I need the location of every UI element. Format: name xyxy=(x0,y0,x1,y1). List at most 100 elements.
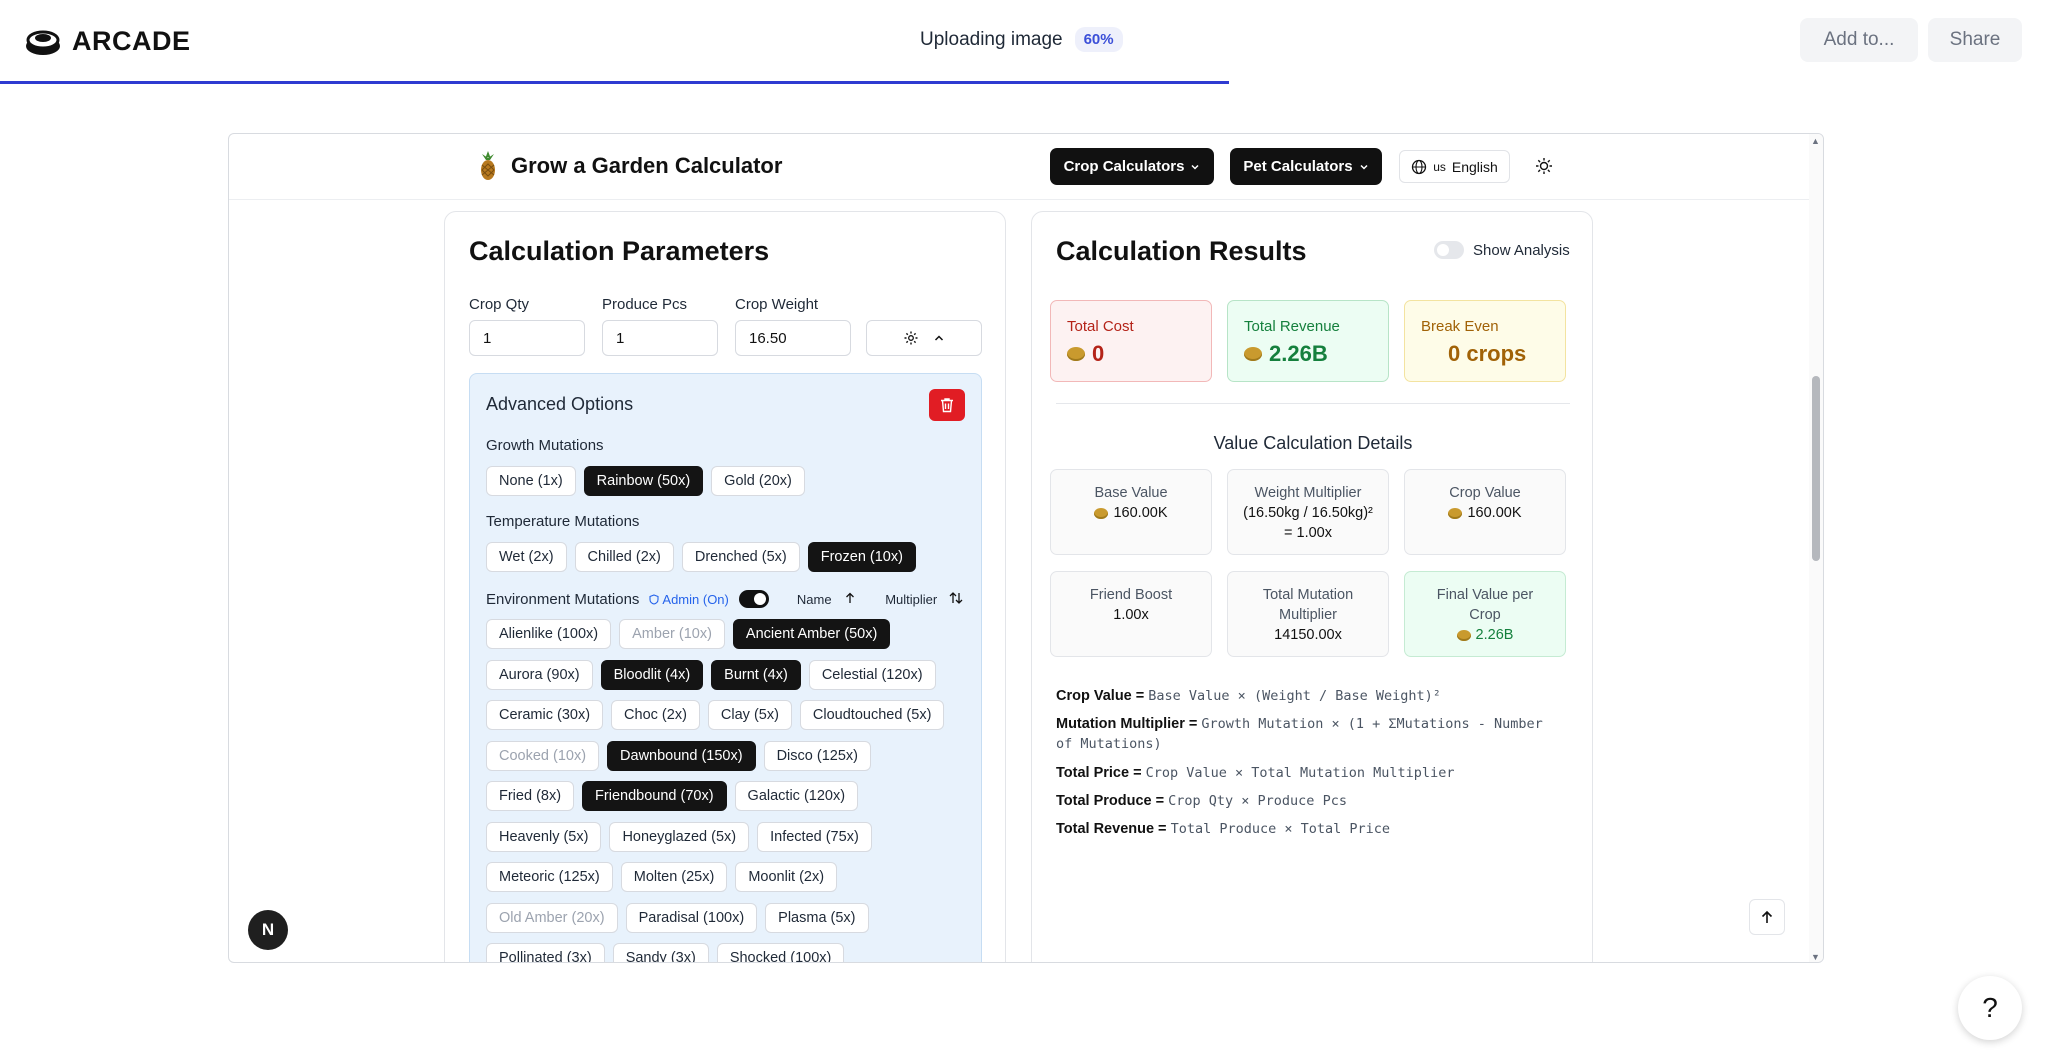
scrollbar-thumb[interactable] xyxy=(1812,376,1820,561)
total-revenue-value: 2.26B xyxy=(1244,341,1328,367)
mutation-chip[interactable]: Shocked (100x) xyxy=(716,943,845,962)
crop-weight-input[interactable]: 16.50 xyxy=(735,320,851,356)
total-revenue-amount: 2.26B xyxy=(1269,341,1328,366)
mutation-chip[interactable]: Drenched (5x) xyxy=(681,542,800,572)
mutation-chip[interactable]: Bloodlit (4x) xyxy=(600,659,704,690)
mutation-chip[interactable]: Frozen (10x) xyxy=(807,542,916,572)
results-title: Calculation Results xyxy=(1056,236,1307,266)
language-label: English xyxy=(1451,158,1498,175)
total-cost-value: 0 xyxy=(1067,341,1104,367)
upload-status-text: Uploading image xyxy=(920,28,1063,50)
mutation-chip[interactable]: Heavenly (5x) xyxy=(486,821,602,852)
final-value-box: Final Value per Crop 2.26B xyxy=(1404,571,1566,657)
environment-mutations-row: Aurora (90x) Bloodlit (4x) Burnt (4x) Celes… xyxy=(486,659,936,690)
coin-icon xyxy=(1067,347,1085,361)
mutation-chip[interactable]: Moonlit (2x) xyxy=(735,862,838,892)
total-cost-card: Total Cost 0 xyxy=(1050,300,1212,382)
total-cost-label: Total Cost xyxy=(1067,318,1134,335)
mutation-chip[interactable]: Fried (8x) xyxy=(486,781,575,811)
globe-icon xyxy=(1412,159,1427,174)
produce-pcs-label: Produce Pcs xyxy=(602,296,688,313)
mutation-chip[interactable]: Clay (5x) xyxy=(707,700,792,730)
produce-pcs-input[interactable]: 1 xyxy=(602,320,718,356)
mutation-chip[interactable]: Old Amber (20x) xyxy=(486,902,618,933)
admin-mode-toggle[interactable] xyxy=(738,590,769,608)
mutation-chip[interactable]: Plasma (5x) xyxy=(765,902,869,933)
mutation-chip[interactable]: Cloudtouched (5x) xyxy=(799,700,945,730)
environment-mutations-row: Fried (8x) Friendbound (70x) Galactic (120… xyxy=(486,781,859,811)
base-value-label: Base Value xyxy=(1094,485,1168,501)
mutation-chip[interactable]: Celestial (120x) xyxy=(808,659,936,690)
clear-mutations-button[interactable] xyxy=(929,389,965,421)
add-to-button[interactable]: Add to... xyxy=(1800,18,1918,62)
site-logo[interactable]: Grow a Garden Calculator xyxy=(479,151,782,181)
mutation-chip[interactable]: Aurora (90x) xyxy=(486,659,593,690)
arcade-logo[interactable]: ARCADE xyxy=(24,26,191,57)
crop-calculators-menu[interactable]: Crop Calculators xyxy=(1050,148,1214,185)
mutation-chip[interactable]: Ancient Amber (50x) xyxy=(732,619,891,649)
mutation-chip[interactable]: Pollinated (3x) xyxy=(486,943,605,962)
friend-boost-label: Friend Boost xyxy=(1089,587,1173,603)
formula-expression: Total Produce × Total Price xyxy=(1170,821,1391,837)
growth-mutations-label: Growth Mutations xyxy=(486,437,604,454)
scroll-to-top-button[interactable] xyxy=(1749,899,1785,935)
mutation-chip[interactable]: Amber (10x) xyxy=(619,619,725,649)
sort-by-name-button[interactable]: Name xyxy=(797,592,855,607)
n-logo-icon: N xyxy=(261,920,275,939)
share-button[interactable]: Share xyxy=(1928,18,2022,62)
upload-status: Uploading image 60% xyxy=(920,27,1123,52)
sun-icon[interactable] xyxy=(1534,156,1554,176)
base-value-box: Base Value 160.00K xyxy=(1050,469,1212,555)
formula-name: Total Price = xyxy=(1056,765,1146,781)
mutation-chip[interactable]: Gold (20x) xyxy=(711,466,805,496)
formula-name: Total Revenue = xyxy=(1056,821,1171,837)
mutation-chip[interactable]: Paradisal (100x) xyxy=(625,902,758,933)
arcade-topbar: ARCADE Uploading image 60% Add to... Sha… xyxy=(0,0,2048,84)
advanced-options-toggle[interactable] xyxy=(866,320,982,356)
mutation-chip[interactable]: Honeyglazed (5x) xyxy=(609,821,750,852)
weight-multiplier-box: Weight Multiplier (16.50kg / 16.50kg)² =… xyxy=(1227,469,1389,555)
mutation-chip[interactable]: Rainbow (50x) xyxy=(583,466,704,496)
show-analysis-switch[interactable] xyxy=(1434,241,1464,259)
nextjs-badge[interactable]: N xyxy=(248,910,288,950)
crop-qty-input[interactable]: 1 xyxy=(469,320,585,356)
mutation-chip[interactable]: Meteoric (125x) xyxy=(486,862,613,892)
show-analysis-toggle[interactable]: Show Analysis xyxy=(1434,241,1570,259)
break-even-label: Break Even xyxy=(1421,318,1499,335)
mutation-chip[interactable]: Burnt (4x) xyxy=(711,659,801,690)
total-cost-amount: 0 xyxy=(1092,341,1105,366)
mutation-chip[interactable]: Molten (25x) xyxy=(620,862,728,892)
mutation-chip[interactable]: Galactic (120x) xyxy=(734,781,859,811)
mutation-chip[interactable]: Friendbound (70x) xyxy=(582,781,727,811)
crop-value-label: Crop Value xyxy=(1449,485,1521,501)
chevron-down-icon xyxy=(1191,164,1199,170)
language-selector[interactable]: us English xyxy=(1399,150,1510,183)
mutation-chip[interactable]: Disco (125x) xyxy=(763,740,871,771)
pet-calculators-menu[interactable]: Pet Calculators xyxy=(1230,148,1382,185)
scroll-up-arrow-icon[interactable]: ▲ xyxy=(1811,136,1820,146)
mutation-chip[interactable]: Sandy (3x) xyxy=(612,943,709,962)
mutation-chip[interactable]: None (1x) xyxy=(486,466,576,496)
arcade-logo-text: ARCADE xyxy=(72,26,191,56)
mutation-chip[interactable]: Wet (2x) xyxy=(486,542,567,572)
final-value: 2.26B xyxy=(1456,625,1513,645)
help-button[interactable]: ? xyxy=(1958,976,2022,1040)
mutation-chip[interactable]: Dawnbound (150x) xyxy=(607,740,756,771)
admin-mode-text: Admin (On) xyxy=(662,591,729,607)
mutation-chip[interactable]: Infected (75x) xyxy=(757,821,872,852)
mutation-chip[interactable]: Chilled (2x) xyxy=(574,542,674,572)
total-mutation-box: Total Mutation Multiplier 14150.00x xyxy=(1227,571,1389,657)
sort-by-multiplier-button[interactable]: Multiplier xyxy=(885,592,963,607)
mutation-chip[interactable]: Ceramic (30x) xyxy=(486,700,604,730)
coin-icon xyxy=(1448,507,1463,519)
scroll-down-arrow-icon[interactable]: ▼ xyxy=(1811,952,1820,962)
total-revenue-label: Total Revenue xyxy=(1244,318,1340,335)
calculation-parameters-card: Calculation Parameters Crop Qty 1 Produc… xyxy=(444,211,1006,962)
environment-mutations-row: Meteoric (125x) Molten (25x) Moonlit (2x) xyxy=(486,862,838,892)
mutation-chip[interactable]: Choc (2x) xyxy=(611,700,700,730)
page-scrollbar[interactable]: ▲ ▼ xyxy=(1809,134,1823,962)
mutation-chip[interactable]: Cooked (10x) xyxy=(486,740,600,771)
parameters-title: Calculation Parameters xyxy=(469,236,770,266)
mutation-chip[interactable]: Alienlike (100x) xyxy=(486,619,612,649)
gear-icon xyxy=(904,331,918,345)
